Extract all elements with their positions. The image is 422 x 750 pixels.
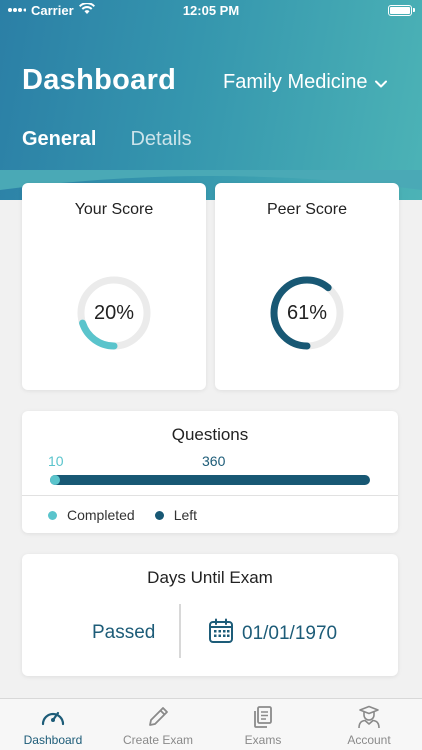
peer-score-title: Peer Score [266,201,348,218]
battery-icon [388,5,415,16]
bottom-tab-bar: Dashboard Create Exam Exams Account [0,698,422,750]
questions-card: Questions 10 360 Completed Left [22,411,398,533]
status-time: 12:05 PM [182,3,240,18]
exam-date-value: 01/01/1970 [242,623,338,644]
exam-date[interactable]: 01/01/1970 [208,618,337,650]
tab-account[interactable]: Account [324,705,414,747]
peer-score-value: 61% [286,301,328,324]
tab-details[interactable]: Details [130,128,191,151]
exam-title: Days Until Exam [147,568,273,587]
total-count: 360 [202,453,226,469]
exam-divider [179,604,181,658]
specialty-label: Family Medicine [223,71,368,93]
questions-progress-bar [50,475,370,485]
specialty-dropdown[interactable]: Family Medicine [223,71,388,94]
left-dot [154,510,164,520]
segment-tabs: General Details [22,128,192,151]
your-score-title: Your Score [74,201,154,218]
gauge-icon [8,705,98,729]
documents-icon [218,705,308,729]
questions-title: Questions [171,425,249,444]
peer-score-ring: 61% [269,275,345,351]
calendar-icon [208,618,234,650]
tab-create-exam[interactable]: Create Exam [113,705,203,747]
tab-exams[interactable]: Exams [218,705,308,747]
tab-account-label: Account [347,733,391,747]
pencil-icon [113,705,203,729]
legend-left: Left [173,507,198,523]
legend-completed: Completed [67,507,135,523]
tab-dashboard-label: Dashboard [23,733,83,747]
questions-legend: Completed Left [48,507,197,523]
questions-progress-completed [50,475,60,485]
your-score-value: 20% [93,301,135,324]
exam-card: Days Until Exam Passed 01/01/1970 [22,554,398,676]
questions-divider [22,495,398,496]
tab-dashboard[interactable]: Dashboard [8,705,98,747]
your-score-ring: 20% [76,275,152,351]
chevron-down-icon [375,71,388,94]
page-title: Dashboard [22,64,177,96]
tab-exams-label: Exams [244,733,282,747]
completed-dot [48,510,57,520]
graduate-user-icon [324,705,414,729]
exam-status: Passed [92,622,156,643]
completed-count: 10 [48,453,64,469]
your-score-card: Your Score 20% [22,183,206,390]
peer-score-card: Peer Score 61% [215,183,399,390]
status-bar: Carrier 12:05 PM [0,0,422,22]
tab-create-exam-label: Create Exam [122,733,194,747]
tab-general[interactable]: General [22,128,96,151]
